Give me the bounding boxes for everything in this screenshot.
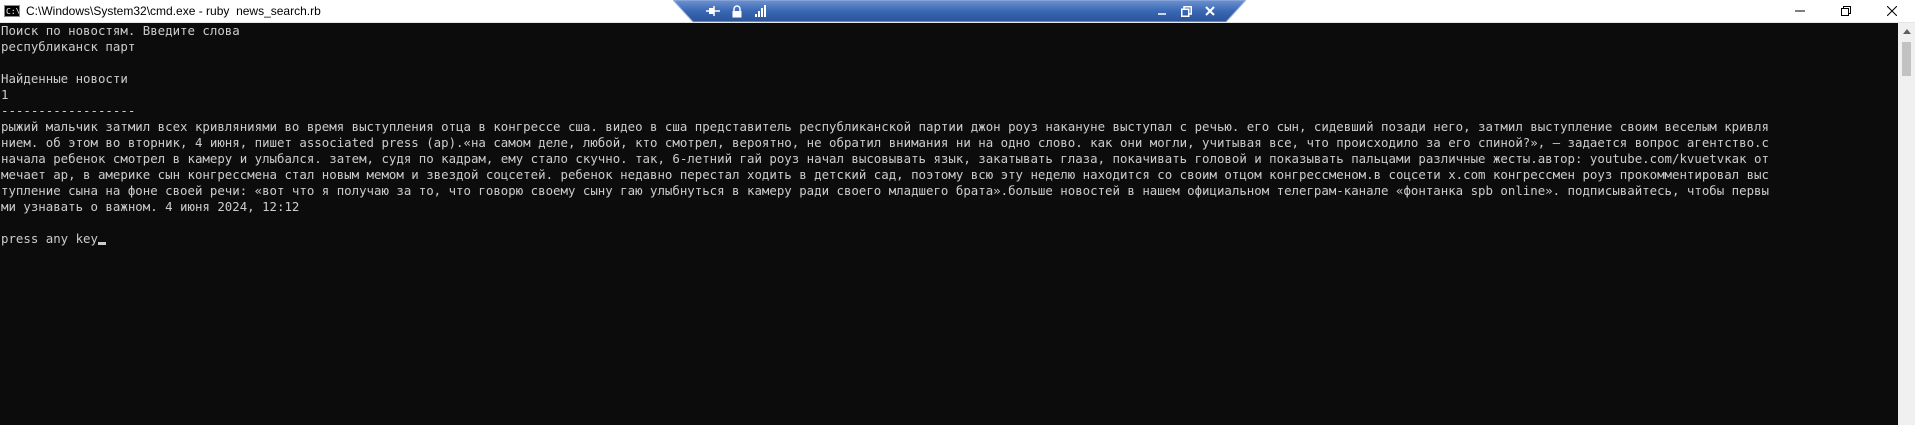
scroll-thumb[interactable] <box>1902 42 1911 76</box>
window-title: C:\Windows\System32\cmd.exe - ruby news_… <box>26 4 321 18</box>
connection-bar-left-tools <box>705 3 769 19</box>
console-line: 1 <box>1 87 9 102</box>
maximize-button[interactable] <box>1823 0 1869 22</box>
scroll-up-button[interactable] <box>1898 23 1915 40</box>
remote-close-button[interactable] <box>1202 3 1218 19</box>
console-line: тупление сына на фоне своей речи: «вот ч… <box>1 183 1769 198</box>
remote-restore-button[interactable] <box>1178 3 1194 19</box>
console-line: начала ребенок смотрел в камеру и улыбал… <box>1 151 1769 166</box>
console-line: ------------------ <box>1 103 136 118</box>
remote-connection-bar[interactable] <box>673 0 1246 22</box>
connection-bar-right-tools <box>1154 3 1218 19</box>
console-line: нием. об этом во вторник, 4 июня, пишет … <box>1 135 1769 150</box>
window-controls <box>1777 0 1915 22</box>
restore-icon <box>1841 6 1851 16</box>
pin-button[interactable] <box>705 3 721 19</box>
console-line: мечает ap, в америке сын конгрессмена ст… <box>1 167 1769 182</box>
minimize-icon <box>1795 10 1805 12</box>
text-cursor <box>97 242 106 245</box>
console-line: рыжий мальчик затмил всех кривляниями во… <box>1 119 1769 134</box>
lock-icon <box>732 4 742 17</box>
restore-icon <box>1180 5 1192 17</box>
lock-button[interactable] <box>729 3 745 19</box>
minimize-icon <box>1158 13 1166 15</box>
chevron-up-icon <box>1902 29 1911 34</box>
console-line: республиканск парт <box>1 39 136 54</box>
vertical-scrollbar[interactable] <box>1898 23 1915 425</box>
console-line: Найденные новости <box>1 71 128 86</box>
minimize-button[interactable] <box>1777 0 1823 22</box>
signal-button[interactable] <box>753 3 769 19</box>
close-button[interactable] <box>1869 0 1915 22</box>
cmd-app-icon[interactable]: C:\ <box>4 5 20 17</box>
prompt-text: press any key <box>1 231 98 246</box>
console-window: C:\ C:\Windows\System32\cmd.exe - ruby n… <box>0 0 1915 425</box>
prompt-line: press any key <box>1 231 1898 247</box>
signal-icon <box>755 5 766 17</box>
pin-icon <box>706 6 720 16</box>
console-output[interactable]: Поиск по новостям. Введите слова республ… <box>0 23 1898 425</box>
console-line: Поиск по новостям. Введите слова <box>1 23 240 38</box>
console-line: ми узнавать о важном. 4 июня 2024, 12:12 <box>1 199 300 214</box>
remote-minimize-button[interactable] <box>1154 3 1170 19</box>
close-icon <box>1887 6 1897 16</box>
close-icon <box>1205 6 1215 16</box>
app-icon-label: C:\ <box>6 7 20 16</box>
